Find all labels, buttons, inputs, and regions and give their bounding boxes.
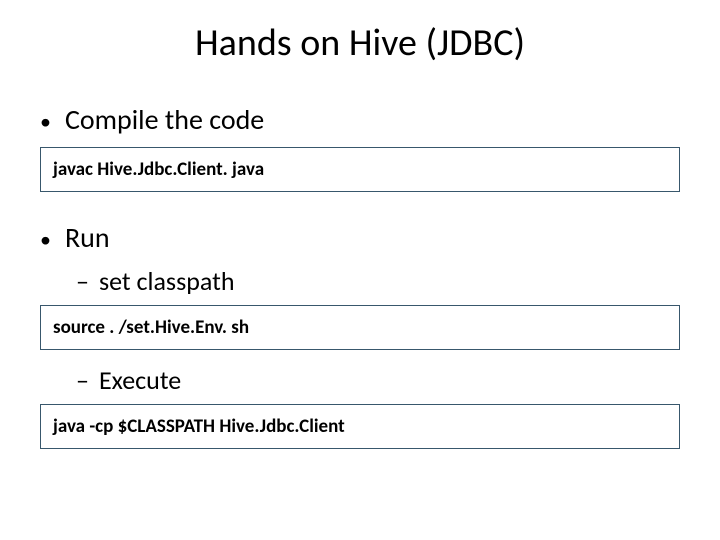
bullet-dot-icon: • xyxy=(40,226,51,254)
bullet-execute-label: Execute xyxy=(99,364,181,396)
page-title: Hands on Hive (JDBC) xyxy=(0,20,720,66)
bullet-compile-label: Compile the code xyxy=(65,102,264,137)
bullet-execute: – Execute xyxy=(76,364,680,396)
code-box-source: source . /set.Hive.Env. sh xyxy=(40,305,680,350)
code-box-run: java -cp $CLASSPATH Hive.Jdbc.Client xyxy=(40,404,680,449)
bullet-dash-icon: – xyxy=(76,265,89,297)
bullet-setclasspath-label: set classpath xyxy=(99,265,235,297)
code-compile-text: javac Hive.Jdbc.Client. java xyxy=(53,158,264,181)
bullet-dash-icon: – xyxy=(76,364,89,396)
bullet-compile: • Compile the code xyxy=(40,102,680,137)
code-run-text: java -cp $CLASSPATH Hive.Jdbc.Client xyxy=(53,415,345,438)
code-box-compile: javac Hive.Jdbc.Client. java xyxy=(40,147,680,192)
bullet-dot-icon: • xyxy=(40,108,51,136)
content-area: • Compile the code javac Hive.Jdbc.Clien… xyxy=(0,102,720,449)
bullet-setclasspath: – set classpath xyxy=(76,265,680,297)
bullet-run-label: Run xyxy=(65,220,110,255)
bullet-run: • Run xyxy=(40,220,680,255)
code-source-text: source . /set.Hive.Env. sh xyxy=(53,316,249,339)
slide: Hands on Hive (JDBC) • Compile the code … xyxy=(0,0,720,540)
